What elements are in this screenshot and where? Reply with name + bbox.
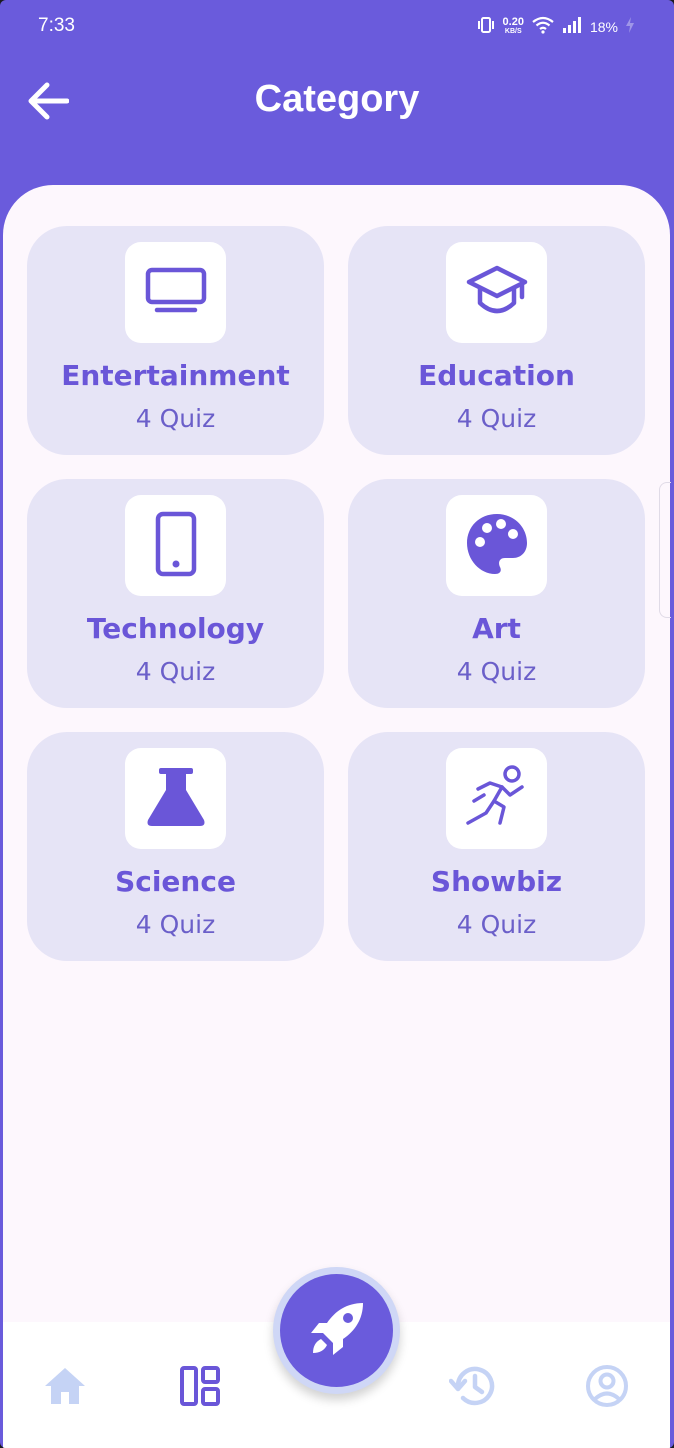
quiz-count: 4 Quiz	[135, 404, 216, 433]
home-icon	[43, 1366, 87, 1410]
category-card-education[interactable]: Education 4 Quiz	[348, 226, 645, 455]
category-name: Education	[418, 359, 575, 392]
status-time: 7:33	[38, 15, 75, 36]
profile-icon	[585, 1364, 629, 1412]
category-grid: Entertainment 4 Quiz Education 4 Quiz Te…	[27, 226, 645, 961]
vibrate-icon	[477, 16, 495, 37]
status-icons: 0.20 KB/S 18%	[477, 16, 634, 37]
rocket-icon	[307, 1299, 367, 1363]
nav-profile[interactable]	[577, 1360, 637, 1416]
graduation-cap-icon	[465, 263, 529, 323]
icon-tile	[125, 242, 226, 343]
charging-icon	[626, 17, 634, 36]
flask-icon	[145, 766, 207, 832]
icon-tile	[446, 242, 547, 343]
nav-categories[interactable]	[170, 1360, 230, 1416]
category-card-technology[interactable]: Technology 4 Quiz	[27, 479, 324, 708]
wifi-icon	[532, 16, 554, 37]
icon-tile	[125, 748, 226, 849]
quiz-count: 4 Quiz	[135, 910, 216, 939]
dashboard-icon	[179, 1365, 221, 1411]
icon-tile	[125, 495, 226, 596]
category-card-art[interactable]: Art 4 Quiz	[348, 479, 645, 708]
icon-tile	[446, 495, 547, 596]
quiz-count: 4 Quiz	[456, 404, 537, 433]
network-speed: 0.20 KB/S	[502, 15, 524, 36]
category-card-entertainment[interactable]: Entertainment 4 Quiz	[27, 226, 324, 455]
category-content: Entertainment 4 Quiz Education 4 Quiz Te…	[3, 185, 670, 1448]
header: Category	[0, 56, 674, 156]
tv-icon	[145, 267, 207, 319]
running-person-icon	[464, 764, 530, 833]
category-name: Showbiz	[430, 865, 563, 898]
icon-tile	[446, 748, 547, 849]
nav-home[interactable]	[35, 1360, 95, 1416]
quiz-count: 4 Quiz	[456, 910, 537, 939]
category-name: Science	[115, 865, 236, 898]
fab-inner	[280, 1274, 393, 1387]
category-name: Technology	[86, 612, 265, 645]
status-bar: 7:33 0.20 KB/S 18%	[0, 0, 674, 56]
category-name: Art	[472, 612, 521, 645]
start-quiz-fab[interactable]	[273, 1267, 400, 1394]
side-drawer-handle[interactable]	[659, 482, 671, 618]
network-speed-value: 0.20	[502, 15, 524, 28]
network-speed-unit: KB/S	[504, 27, 522, 35]
smartphone-icon	[154, 511, 198, 581]
category-card-showbiz[interactable]: Showbiz 4 Quiz	[348, 732, 645, 961]
app-screen: 7:33 0.20 KB/S 18% Category Entertainmen…	[0, 0, 674, 1448]
signal-icon	[562, 17, 582, 36]
quiz-count: 4 Quiz	[135, 657, 216, 686]
palette-icon	[465, 512, 529, 580]
battery-percent: 18%	[589, 18, 618, 35]
nav-history[interactable]	[442, 1360, 502, 1416]
category-name: Entertainment	[61, 359, 290, 392]
page-title: Category	[254, 78, 420, 120]
history-icon	[448, 1365, 495, 1411]
category-card-science[interactable]: Science 4 Quiz	[27, 732, 324, 961]
quiz-count: 4 Quiz	[456, 657, 537, 686]
